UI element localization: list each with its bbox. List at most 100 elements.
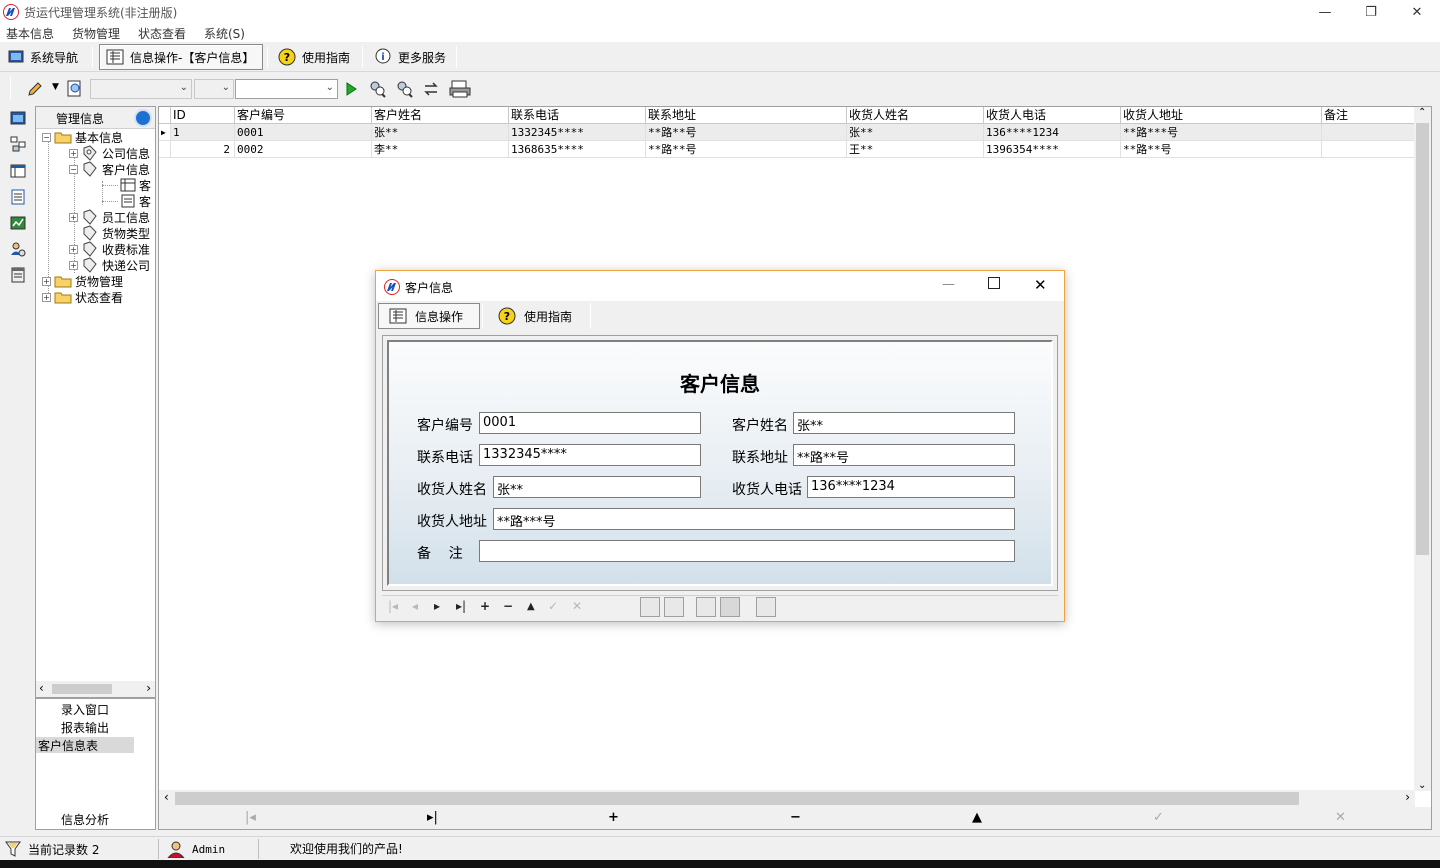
scroll-down-icon[interactable]: ⌄ [1418,780,1426,791]
print-icon[interactable] [664,597,684,617]
column-header-customer-code[interactable]: 客户编号 [235,107,372,124]
scroll-thumb[interactable] [175,792,1299,805]
chart-icon[interactable] [10,215,26,231]
grid-horizontal-scrollbar[interactable]: ‹ › [159,790,1415,807]
column-header-receiver-address[interactable]: 收货人地址 [1121,107,1322,124]
operator-select[interactable]: ⌄ [194,79,234,99]
receiver-address-field[interactable]: **路***号 [493,508,1015,530]
tree-node-status-view[interactable]: + 状态查看 [42,289,123,305]
dropdown-arrow-icon[interactable]: ▼ [52,82,59,92]
menu-system[interactable]: 系统(S) [204,25,245,42]
cell-phone[interactable]: 1332345**** [509,124,646,141]
field-select[interactable]: ⌄ [90,79,192,99]
address-field[interactable]: **路**号 [793,444,1015,466]
next-record-icon[interactable]: ▸ [434,599,440,613]
info-operation-button[interactable]: 信息操作-【客户信息】 [99,44,263,70]
print-preview-icon[interactable] [640,597,660,617]
collapse-icon[interactable]: − [42,132,51,142]
tree-node-customer-report[interactable]: 客 [120,193,151,209]
first-record-icon[interactable]: |◂ [245,810,256,825]
dialog-tab-user-guide[interactable]: ? 使用指南 [488,303,582,329]
receiver-name-field[interactable]: 张** [493,476,701,498]
find-people-icon[interactable] [368,80,386,98]
first-record-icon[interactable]: |◂ [388,599,398,613]
post-record-icon[interactable]: ✓ [1153,810,1164,825]
list-item-report-output[interactable]: 报表输出 [36,719,134,735]
sort-icon[interactable] [422,80,440,98]
pencil-icon[interactable] [26,80,44,98]
dialog-close-button[interactable]: ✕ [1034,276,1047,294]
expand-icon[interactable]: + [42,292,51,302]
scroll-right-icon[interactable]: › [146,681,151,695]
column-header-phone[interactable]: 联系电话 [509,107,646,124]
menu-status-view[interactable]: 状态查看 [138,25,186,42]
cell-receiver-address[interactable]: **路**号 [1121,141,1322,158]
grid-vertical-scrollbar[interactable]: ⌃ ⌄ [1414,107,1431,791]
find-icon[interactable] [756,597,776,617]
post-record-icon[interactable]: ✓ [548,599,558,613]
scroll-up-icon[interactable]: ⌃ [1418,107,1426,118]
dialog-tab-info-operation[interactable]: 信息操作 [378,303,480,329]
expand-icon[interactable]: + [69,260,78,270]
hierarchy-icon[interactable] [10,136,26,152]
cell-note[interactable] [1322,141,1417,158]
customer-code-field[interactable]: 0001 [479,412,701,434]
dialog-minimize-button[interactable]: — [942,277,955,292]
cell-id[interactable]: 1 [171,124,235,141]
add-record-icon[interactable]: + [608,810,619,825]
next-page-icon[interactable] [720,597,740,617]
expand-icon[interactable]: + [69,212,78,222]
close-button[interactable]: ✕ [1394,0,1440,24]
cell-receiver-name[interactable]: 王** [847,141,984,158]
more-services-button[interactable]: i 更多服务 [368,44,452,70]
scroll-left-icon[interactable]: ‹ [164,790,169,804]
tree-node-employee-info[interactable]: + 员工信息 [69,209,150,225]
minimize-button[interactable]: — [1302,0,1348,24]
cell-customer-code[interactable]: 0001 [235,124,372,141]
search-value-select[interactable]: ⌄ [235,79,338,99]
scroll-right-icon[interactable]: › [1405,790,1410,804]
edit-record-icon[interactable]: ▲ [527,601,535,612]
list-icon[interactable] [10,267,26,283]
dialog-maximize-button[interactable] [988,277,1000,289]
window-icon[interactable] [10,110,26,126]
edit-record-icon[interactable]: ▲ [972,810,982,825]
expand-icon[interactable]: + [69,148,78,158]
column-header-id[interactable]: ID [171,107,235,124]
tree-node-express-company[interactable]: + 快递公司 [69,257,150,273]
cell-address[interactable]: **路**号 [646,124,847,141]
tree-node-customer-form[interactable]: 客 [120,177,151,193]
expand-icon[interactable]: + [69,244,78,254]
run-query-icon[interactable] [342,80,360,98]
expand-icon[interactable]: + [42,276,51,286]
cell-id[interactable]: 2 [171,141,235,158]
system-nav-button[interactable]: 系统导航 [2,44,84,70]
preview-icon[interactable] [66,80,84,98]
user-settings-icon[interactable] [10,241,26,257]
cell-address[interactable]: **路**号 [646,141,847,158]
cell-customer-name[interactable]: 张** [372,124,509,141]
column-header-customer-name[interactable]: 客户姓名 [372,107,509,124]
cell-note[interactable] [1322,124,1417,141]
prior-record-icon[interactable]: ◂ [412,599,418,613]
zoom-search-icon[interactable] [696,597,716,617]
column-header-note[interactable]: 备注 [1322,107,1417,124]
tree-node-basic-info[interactable]: − 基本信息 [42,129,123,145]
last-record-icon[interactable]: ▸| [427,810,438,825]
column-header-receiver-phone[interactable]: 收货人电话 [984,107,1121,124]
tree-node-fee-standard[interactable]: + 收费标准 [69,241,150,257]
tree-node-customer-info[interactable]: − 客户信息 [69,161,150,177]
list-item-customer-table[interactable]: 客户信息表 [36,737,134,753]
delete-record-icon[interactable]: − [790,810,801,825]
column-header-address[interactable]: 联系地址 [646,107,847,124]
list-item-info-analysis[interactable]: 信息分析 [36,811,134,827]
tree-node-company-info[interactable]: + 公司信息 [69,145,150,161]
user-guide-button[interactable]: ? 使用指南 [272,44,356,70]
cell-phone[interactable]: 1368635**** [509,141,646,158]
scroll-thumb[interactable] [1416,123,1429,555]
cell-customer-code[interactable]: 0002 [235,141,372,158]
column-header-receiver-name[interactable]: 收货人姓名 [847,107,984,124]
scroll-thumb[interactable] [52,684,112,694]
cell-receiver-name[interactable]: 张** [847,124,984,141]
scroll-left-icon[interactable]: ‹ [39,681,44,695]
